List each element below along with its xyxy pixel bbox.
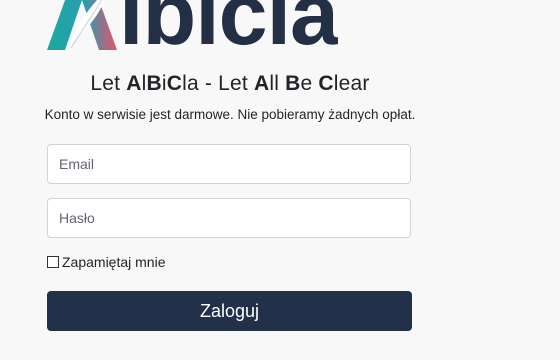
- slogan: Let AlBiCla - Let All Be Clear: [90, 72, 370, 95]
- feather-logo-icon: [47, 0, 117, 50]
- password-field[interactable]: [47, 198, 411, 238]
- login-button[interactable]: Zaloguj: [47, 291, 412, 331]
- albicla-logo: lbicla: [47, 0, 417, 50]
- logo-wordmark: lbicla: [119, 0, 338, 50]
- email-field[interactable]: [47, 144, 411, 184]
- remember-me-checkbox[interactable]: [47, 256, 59, 268]
- remember-me[interactable]: Zapamiętaj mnie: [47, 254, 166, 270]
- login-page: lbicla Let AlBiCla - Let All Be Clear Ko…: [0, 0, 560, 360]
- remember-me-label: Zapamiętaj mnie: [62, 254, 166, 270]
- free-account-note: Konto w serwisie jest darmowe. Nie pobie…: [44, 107, 416, 122]
